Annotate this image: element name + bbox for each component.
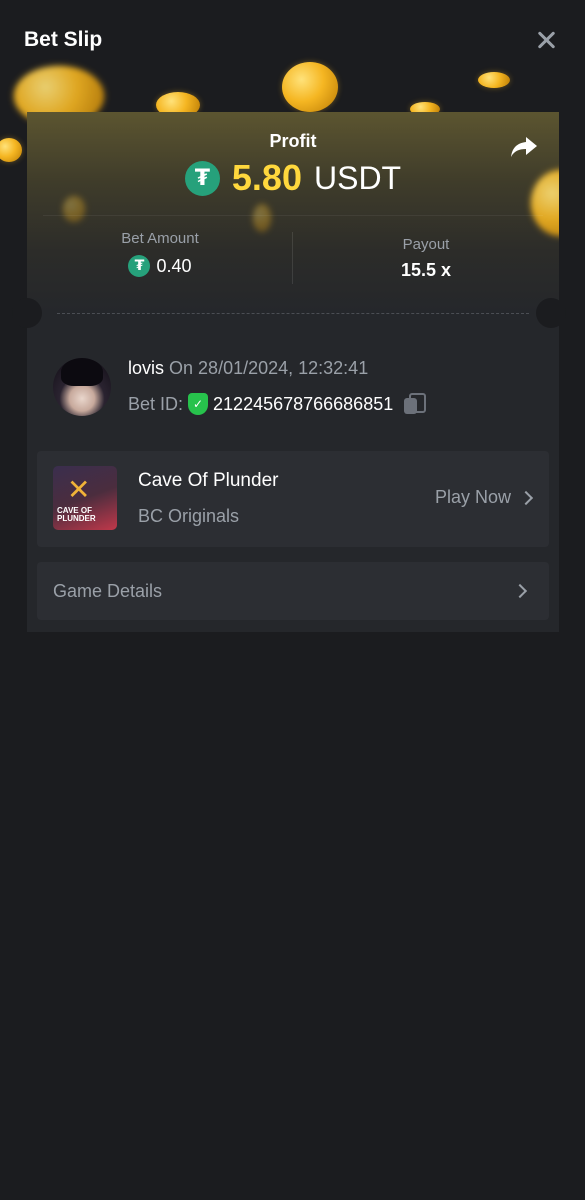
profit-section: Profit ₮ 5.80 USDT Bet Amount ₮ 0.40 Pay…	[27, 112, 559, 312]
profit-label: Profit	[269, 131, 317, 151]
bet-amount-value-row: ₮ 0.40	[27, 255, 293, 277]
game-details-label: Game Details	[53, 581, 163, 601]
game-card[interactable]: ✕ CAVE OF PLUNDER Cave Of Plunder BC Ori…	[37, 451, 549, 547]
crossed-keys-icon: ✕	[67, 474, 91, 505]
thumbnail-text-line: PLUNDER	[57, 514, 96, 523]
bet-id-line: Bet ID: ✓ 212245678766686851	[128, 393, 427, 415]
shield-check-icon: ✓	[188, 393, 209, 415]
payout-label: Payout	[402, 236, 450, 253]
profit-currency: USDT	[313, 159, 402, 196]
user-line: lovis On 28/01/2024, 12:32:41	[128, 358, 368, 379]
game-thumbnail: ✕ CAVE OF PLUNDER	[53, 466, 117, 530]
ticket-notch	[12, 298, 42, 328]
ticket-notch	[536, 298, 566, 328]
profit-value: 5.80	[231, 157, 302, 198]
bet-id-label: Bet ID:	[128, 393, 184, 414]
avatar[interactable]	[53, 358, 111, 416]
page-title: Bet Slip	[24, 28, 103, 51]
coin-decoration	[282, 62, 338, 112]
bet-amount-label: Bet Amount	[121, 230, 199, 247]
payout-stat: Payout 15.5 x	[293, 236, 559, 296]
coin-decoration	[0, 138, 22, 162]
dashed-divider	[57, 313, 529, 314]
copy-icon[interactable]	[404, 393, 427, 415]
user-info: lovis On 28/01/2024, 12:32:41 Bet ID: ✓ …	[53, 356, 533, 416]
chevron-right-icon	[518, 490, 534, 505]
game-provider: BC Originals	[138, 506, 240, 526]
bet-id-value: 212245678766686851	[213, 393, 394, 414]
game-name: Cave Of Plunder	[138, 470, 279, 491]
bet-amount-value: 0.40	[156, 255, 192, 276]
thumbnail-text: CAVE OF PLUNDER	[57, 507, 96, 523]
coin-decoration	[478, 72, 510, 88]
chevron-right-icon	[512, 583, 528, 599]
username[interactable]: lovis	[128, 358, 164, 378]
profit-amount: ₮ 5.80 USDT	[27, 156, 559, 200]
coin-decoration	[253, 204, 271, 232]
play-now-label: Play Now	[434, 487, 511, 507]
bet-amount-stat: Bet Amount ₮ 0.40	[27, 230, 293, 290]
close-icon[interactable]	[533, 27, 559, 53]
tether-icon: ₮	[184, 160, 220, 196]
bet-slip-card: Profit ₮ 5.80 USDT Bet Amount ₮ 0.40 Pay…	[12, 112, 566, 632]
bet-date: On 28/01/2024, 12:32:41	[169, 358, 369, 378]
game-details-button[interactable]: Game Details	[37, 562, 549, 620]
tether-icon: ₮	[128, 255, 151, 277]
payout-value: 15.5 x	[400, 260, 452, 280]
share-icon[interactable]	[510, 135, 538, 159]
play-now-button[interactable]: Play Now	[434, 487, 534, 508]
divider	[43, 215, 543, 216]
